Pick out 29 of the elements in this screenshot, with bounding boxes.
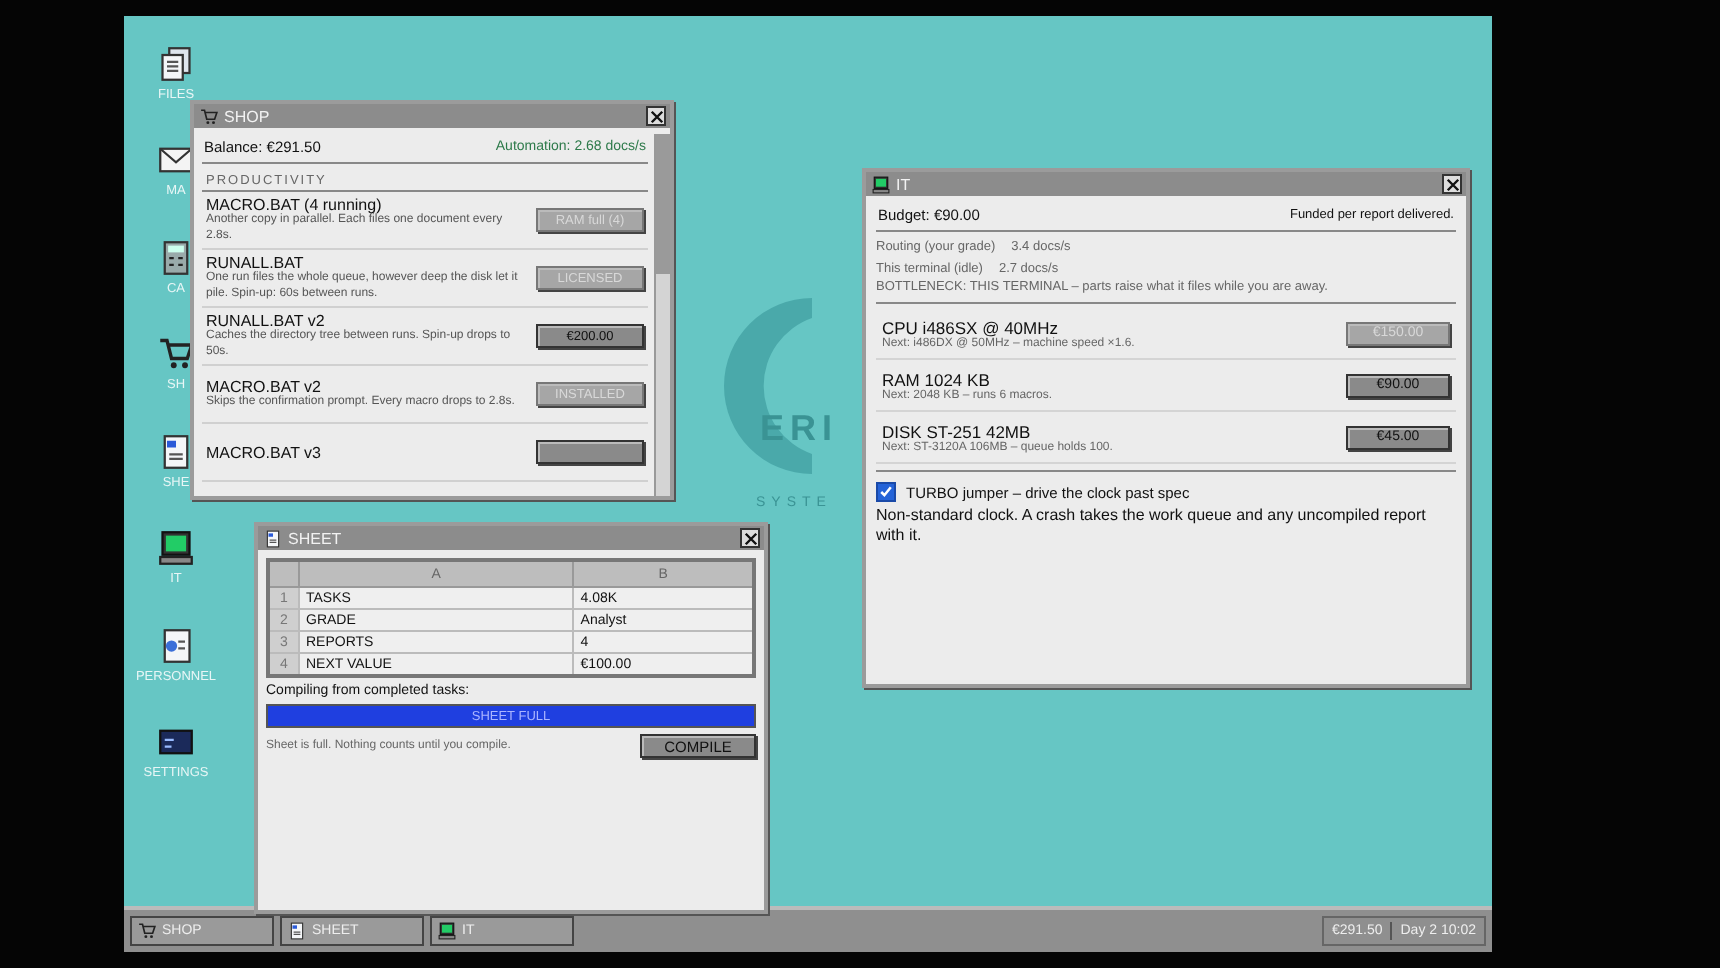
spreadsheet-icon bbox=[264, 529, 282, 547]
window-title: IT bbox=[896, 175, 913, 193]
item-name: MACRO.BAT v2 bbox=[206, 377, 321, 396]
close-button[interactable] bbox=[740, 528, 760, 548]
part-name: CPU i486SX @ 40MHz bbox=[882, 317, 1060, 337]
terminal-icon bbox=[158, 724, 194, 760]
computer-icon bbox=[158, 530, 194, 566]
window-title: SHOP bbox=[224, 107, 272, 125]
close-button[interactable] bbox=[1442, 174, 1462, 194]
id-card-icon bbox=[158, 628, 194, 664]
spreadsheet-icon bbox=[288, 922, 306, 940]
part-name: DISK ST-251 42MB bbox=[882, 421, 1033, 441]
buy-button[interactable] bbox=[536, 440, 644, 464]
item-name: RUNALL.BAT bbox=[206, 254, 304, 273]
part-name: RAM 1024 KB bbox=[882, 369, 992, 389]
checkbox[interactable] bbox=[876, 482, 896, 502]
scrollbar[interactable] bbox=[654, 134, 670, 496]
cart-icon bbox=[138, 922, 156, 940]
close-button[interactable] bbox=[646, 106, 666, 126]
item-name: MACRO.BAT v3 bbox=[206, 443, 323, 461]
calculator-icon bbox=[158, 240, 194, 276]
computer-icon bbox=[438, 922, 456, 940]
cart-icon bbox=[158, 336, 194, 372]
cart-icon bbox=[200, 107, 218, 125]
item-name: MACRO.BAT (4 running) bbox=[206, 196, 382, 215]
window-title: SHEET bbox=[288, 529, 344, 547]
warning-text: Non-standard clock. A crash takes the work queue and any uncompiled report with it. bbox=[876, 506, 1428, 545]
documents-icon bbox=[158, 46, 194, 82]
item-name: RUNALL.BAT v2 bbox=[206, 312, 325, 331]
